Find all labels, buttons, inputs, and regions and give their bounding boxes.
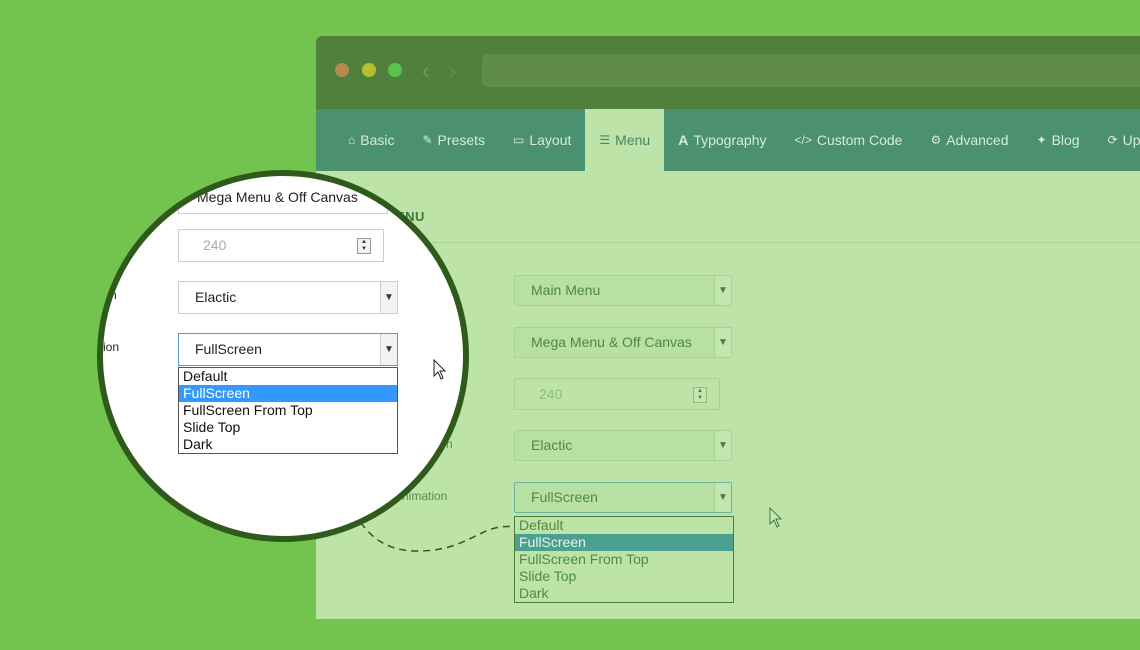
magnified-offcanvas-label: ion xyxy=(103,340,120,354)
magnified-width-input[interactable]: 240 ▲ ▼ xyxy=(178,229,384,262)
list-item[interactable]: Slide Top xyxy=(179,419,397,436)
magnified-animation-value: Elactic xyxy=(195,289,237,305)
title-bar: ‹ › xyxy=(316,36,1140,109)
chevron-down-icon: ▼ xyxy=(714,328,731,357)
magnified-animation-select[interactable]: Elactic ▼ xyxy=(178,281,398,314)
list-icon: ☰ xyxy=(599,133,611,147)
list-item[interactable]: FullScreen From Top xyxy=(179,402,397,419)
chevron-down-icon: ▼ xyxy=(380,282,397,313)
tab-typography[interactable]: A Typography xyxy=(664,109,780,171)
list-item[interactable]: Default xyxy=(179,368,397,385)
tab-label: Layout xyxy=(529,132,572,148)
tab-advanced[interactable]: ⚙ Advanced xyxy=(916,109,1022,171)
tab-menu[interactable]: ☰ Menu xyxy=(585,109,665,171)
tab-label: Advanced xyxy=(946,132,1009,148)
list-item[interactable]: Dark xyxy=(515,585,733,602)
chevron-down-icon: ▼ xyxy=(714,483,731,512)
menu-select[interactable]: Main Menu ▼ xyxy=(514,275,732,306)
minimize-window-button[interactable] xyxy=(362,63,376,77)
width-value: 240 xyxy=(539,386,563,402)
tab-layout[interactable]: ▭ Layout xyxy=(499,109,585,171)
pin-icon: ✦ xyxy=(1036,133,1047,147)
list-item[interactable]: Dark xyxy=(179,436,397,453)
code-icon: </> xyxy=(794,133,812,147)
spinner-icon[interactable]: ▲ ▼ xyxy=(693,387,707,403)
list-item[interactable]: Slide Top xyxy=(515,568,733,585)
magnified-view: Mega Menu & Off Canvas 240 ▲ ▼ n Elactic … xyxy=(103,176,463,536)
tab-custom-code[interactable]: </> Custom Code xyxy=(781,109,917,171)
close-window-button[interactable] xyxy=(335,63,349,77)
width-number-input[interactable]: 240 ▲ ▼ xyxy=(514,378,720,410)
list-item[interactable]: FullScreen xyxy=(515,534,733,551)
magnifier-lens: Mega Menu & Off Canvas 240 ▲ ▼ n Elactic … xyxy=(97,170,469,542)
magnified-offcanvas-select[interactable]: FullScreen ▼ xyxy=(178,333,398,366)
list-item[interactable]: FullScreen From Top xyxy=(515,551,733,568)
tab-presets[interactable]: ✎ Presets xyxy=(408,109,499,171)
tab-label: Menu xyxy=(615,132,651,148)
menu-type-select[interactable]: Mega Menu & Off Canvas ▼ xyxy=(514,327,732,358)
tab-label: Custom Code xyxy=(816,132,903,148)
magnified-width-value: 240 xyxy=(203,237,227,253)
gear-icon: ⚙ xyxy=(930,133,942,147)
brush-icon: ✎ xyxy=(422,133,433,147)
chevron-down-icon: ▼ xyxy=(714,276,731,305)
chevron-down-icon: ▼ xyxy=(380,334,397,365)
tab-label: Up xyxy=(1122,132,1140,148)
offcanvas-dropdown-list[interactable]: Default FullScreen FullScreen From Top S… xyxy=(514,516,734,603)
address-bar[interactable] xyxy=(482,54,1140,87)
tab-label: Presets xyxy=(437,132,486,148)
settings-tab-bar: ⌂ Basic ✎ Presets ▭ Layout ☰ Menu A Typo… xyxy=(316,109,1140,171)
back-arrow-icon[interactable]: ‹ xyxy=(422,58,429,84)
font-icon: A xyxy=(678,132,689,148)
animation-select-value: Elactic xyxy=(531,437,573,453)
magnified-offcanvas-value: FullScreen xyxy=(195,341,262,357)
magnified-animation-label: n xyxy=(110,288,117,302)
menu-type-select-value: Mega Menu & Off Canvas xyxy=(531,334,692,350)
layout-icon: ▭ xyxy=(513,133,525,147)
offcanvas-select-value: FullScreen xyxy=(531,489,598,505)
tab-blog[interactable]: ✦ Blog xyxy=(1023,109,1094,171)
tab-update[interactable]: ⟳ Up xyxy=(1094,109,1140,171)
chevron-down-icon: ▼ xyxy=(714,431,731,460)
animation-select[interactable]: Elactic ▼ xyxy=(514,430,732,461)
tab-basic[interactable]: ⌂ Basic xyxy=(334,109,408,171)
mouse-cursor-icon xyxy=(433,359,447,380)
tab-label: Blog xyxy=(1051,132,1080,148)
mouse-cursor-icon xyxy=(769,507,783,528)
magnified-dropdown-list[interactable]: Default FullScreen FullScreen From Top S… xyxy=(178,367,398,454)
list-item[interactable]: Default xyxy=(515,517,733,534)
magnified-menu-type-value: Mega Menu & Off Canvas xyxy=(197,189,358,205)
spinner-icon[interactable]: ▲ ▼ xyxy=(357,238,371,254)
list-item[interactable]: FullScreen xyxy=(179,385,397,402)
tab-label: Typography xyxy=(693,132,767,148)
maximize-window-button[interactable] xyxy=(388,63,402,77)
home-icon: ⌂ xyxy=(348,133,356,147)
forward-arrow-icon[interactable]: › xyxy=(449,58,456,84)
offcanvas-animation-select[interactable]: FullScreen ▼ xyxy=(514,482,732,513)
menu-select-value: Main Menu xyxy=(531,282,601,298)
tab-label: Basic xyxy=(360,132,395,148)
refresh-icon: ⟳ xyxy=(1107,133,1118,147)
magnified-menu-type-select[interactable]: Mega Menu & Off Canvas xyxy=(178,182,388,214)
